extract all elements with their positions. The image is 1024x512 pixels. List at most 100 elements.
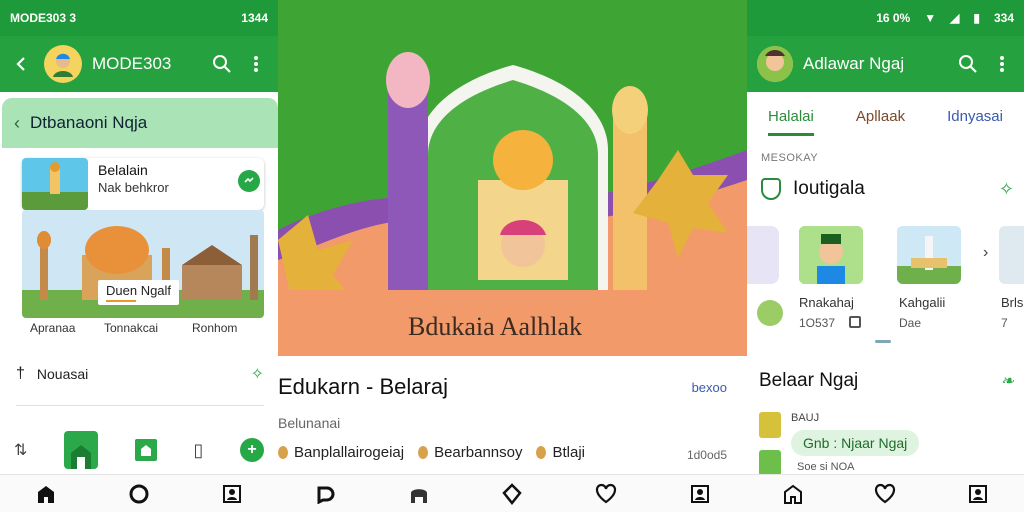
app-bar: MODE303 xyxy=(0,36,278,92)
gallery-caption-2: Tonnakcai xyxy=(104,321,159,335)
more-link[interactable]: bexoo xyxy=(692,380,727,395)
list-icon-1 xyxy=(759,412,781,438)
chip[interactable]: Gnb : Njaar Ngaj xyxy=(791,430,920,456)
status-left-text: 16 0% xyxy=(876,11,911,25)
lesson-subtitle: Nak behkror xyxy=(98,180,169,195)
user-avatar-small[interactable] xyxy=(757,300,783,326)
wifi-icon: ▼ xyxy=(924,11,937,25)
book-icon[interactable]: ▯ xyxy=(193,440,203,461)
section-heading: Ioutigala xyxy=(793,178,865,199)
lesson-carousel: › xyxy=(747,226,1024,286)
more-vert-icon[interactable] xyxy=(990,52,1014,76)
home-icon[interactable] xyxy=(34,482,58,506)
avatar[interactable] xyxy=(44,45,82,83)
item-name-1: Rnakahaj xyxy=(799,295,854,310)
lesson-thumbnail xyxy=(22,158,88,210)
carousel-indicator xyxy=(875,340,891,343)
quick-actions: ⇅ ▯ + xyxy=(14,428,264,472)
divider xyxy=(16,405,264,406)
tab-bar: Halalai Apllaak Idnyasai xyxy=(747,100,1024,136)
tag-label: Btlaji xyxy=(552,444,585,461)
filter-icon[interactable]: ⇅ xyxy=(14,440,27,460)
tag-dot-icon xyxy=(278,446,288,459)
list-item-label: Nouasai xyxy=(36,366,89,382)
home-small-icon[interactable] xyxy=(134,439,157,461)
hero-banner-text: Bdukaia Aalhlak xyxy=(408,312,583,341)
page-title: Edukarn - Belaraj xyxy=(278,374,448,399)
tag-item[interactable]: Btlaji xyxy=(536,444,585,461)
gallery-caption-1: Apranaa xyxy=(30,321,76,335)
badge-label: BAUJ xyxy=(791,412,820,424)
carousel-partial-card[interactable] xyxy=(999,226,1024,284)
tab-idnyasai[interactable]: Idnyasai xyxy=(947,100,1003,136)
middle-screen: Bdukaia Aalhlak Edukarn - Belaraj bexoo … xyxy=(278,0,747,512)
heading-row: Ioutigala ✧ xyxy=(761,178,1014,200)
subtitle: Belunanai xyxy=(278,415,341,431)
tag-list: Banplallairogeiaj Bearbannsoy Btlaji xyxy=(278,444,585,461)
carousel-prev-card[interactable] xyxy=(747,226,779,284)
explore-icon[interactable] xyxy=(500,482,524,506)
carousel-next-icon[interactable]: › xyxy=(983,244,988,262)
profile-icon[interactable] xyxy=(966,482,990,506)
mosque-icon[interactable] xyxy=(407,482,431,506)
bottom-nav xyxy=(278,474,747,512)
gallery-badge: Duen Ngalf xyxy=(98,280,180,305)
tag-item[interactable]: Bearbannsoy xyxy=(418,444,522,461)
bookmark-icon[interactable] xyxy=(849,316,861,328)
tag-label: Bearbannsoy xyxy=(434,444,523,461)
list-item-nouasai[interactable]: † Nouasai ✧ xyxy=(16,364,264,384)
tab-halalai[interactable]: Halalai xyxy=(768,100,814,136)
profile-icon[interactable] xyxy=(688,482,712,506)
heart-icon[interactable] xyxy=(594,482,618,506)
app-bar: Adlawar Ngaj xyxy=(747,36,1024,92)
avatar[interactable] xyxy=(757,46,793,82)
lesson-thumb-2[interactable] xyxy=(897,226,961,284)
timestamp: 1d0od5 xyxy=(686,448,727,462)
home-action-icon[interactable] xyxy=(64,431,99,469)
item-name-2: Kahgalii xyxy=(899,295,946,310)
add-circle-icon[interactable]: + xyxy=(240,438,264,462)
section-header[interactable]: ‹ Dtbanaoni Nqja xyxy=(2,98,278,148)
more-vert-icon[interactable] xyxy=(244,52,268,76)
item-name-3: Brls xyxy=(1001,295,1024,310)
lesson-card[interactable]: Belalain Nak behkror xyxy=(22,158,264,210)
leaf-icon[interactable]: ❧ xyxy=(1001,371,1014,391)
status-right-text: 1344 xyxy=(241,11,268,25)
section-label: MESOKAY xyxy=(761,152,819,164)
home-icon[interactable] xyxy=(781,482,805,506)
plus-icon: † xyxy=(16,365,25,382)
tag-item[interactable]: Banplallairogeiaj xyxy=(278,444,404,461)
battery-icon: ▮ xyxy=(973,11,980,25)
chat-icon[interactable] xyxy=(127,482,151,506)
tag-dot-icon xyxy=(418,446,429,459)
gallery-badge-text: Duen Ngalf xyxy=(106,283,172,298)
signal-icon: ◢ xyxy=(950,11,960,25)
heart-icon[interactable] xyxy=(873,482,897,506)
sparkle-icon[interactable]: ✧ xyxy=(999,179,1014,200)
status-bar: 16 0% ▼ ◢ ▮ 334 xyxy=(747,0,1024,36)
lesson-title: Belalain xyxy=(98,162,148,178)
tab-apllaak[interactable]: Apllaak xyxy=(856,100,905,136)
status-bar: MODE303 3 1344 xyxy=(0,0,278,36)
lesson-thumb-1[interactable] xyxy=(799,226,863,284)
sparkle-icon[interactable]: ✧ xyxy=(251,364,264,384)
list-icon-2 xyxy=(759,450,781,476)
app-title: Adlawar Ngaj xyxy=(803,54,905,73)
left-screen: MODE303 3 1344 MODE303 ‹ Dtbanaoni Nqja … xyxy=(0,0,278,512)
section-heading-2: Belaar Ngaj xyxy=(759,370,859,391)
profile-icon[interactable] xyxy=(220,482,244,506)
hero-illustration xyxy=(278,0,747,356)
tag-label: Banplallairogeiaj xyxy=(294,444,405,461)
back-arrow-icon[interactable] xyxy=(10,52,34,76)
item-meta-2: Dae xyxy=(899,316,922,330)
status-left-text: MODE303 3 xyxy=(10,11,77,25)
back-chevron-icon[interactable]: ‹ xyxy=(14,113,20,134)
status-right-text: 334 xyxy=(993,11,1014,25)
expand-icon[interactable] xyxy=(238,170,260,192)
search-icon[interactable] xyxy=(210,52,234,76)
tag-dot-icon xyxy=(536,446,547,459)
hero-banner[interactable]: Bdukaia Aalhlak xyxy=(278,0,747,356)
chat-icon[interactable] xyxy=(313,482,337,506)
item-meta-3: 7 xyxy=(1001,316,1008,330)
search-icon[interactable] xyxy=(956,52,980,76)
